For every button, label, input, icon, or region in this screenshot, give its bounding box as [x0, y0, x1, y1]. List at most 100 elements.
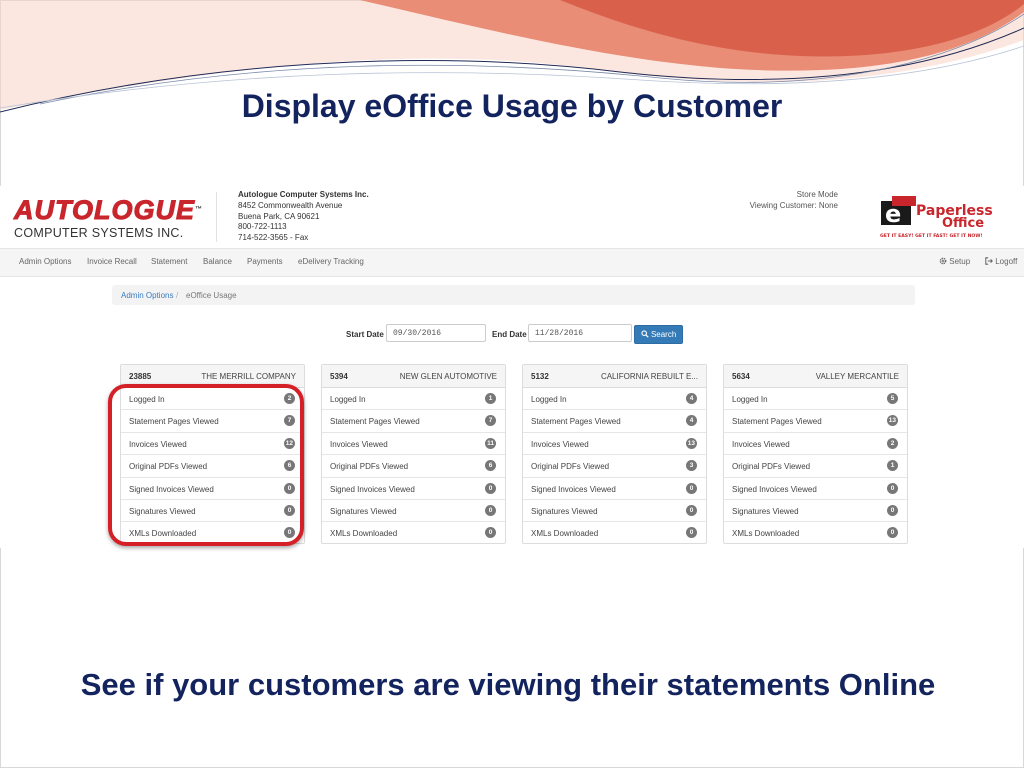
nav-edelivery-tracking[interactable]: eDelivery Tracking [298, 257, 364, 266]
row-label: Signed Invoices Viewed [330, 484, 415, 494]
row-label: Signed Invoices Viewed [732, 484, 817, 494]
count-badge: 6 [284, 460, 295, 472]
setup-link[interactable]: Setup [939, 257, 970, 266]
end-date-input[interactable]: 11/28/2016 [528, 324, 632, 342]
row-label: Invoices Viewed [732, 439, 790, 449]
breadcrumb-current: eOffice Usage [186, 291, 237, 300]
count-badge: 0 [485, 504, 496, 516]
customer-panel-5634: 5634 VALLEY MERCANTILE Logged In 5 Statem… [723, 364, 908, 544]
start-date-label: Start Date [346, 330, 384, 339]
usage-row: Original PDFs Viewed 6 [121, 455, 304, 478]
row-label: Invoices Viewed [330, 439, 388, 449]
autologue-logo: AUTOLOGUE™ COMPUTER SYSTEMS INC. [13, 195, 204, 242]
logoff-link[interactable]: Logoff [985, 257, 1017, 266]
breadcrumb-admin-options[interactable]: Admin Options [121, 291, 173, 300]
office-word: Office [942, 216, 984, 231]
company-phone: 800-722-1113 [238, 222, 287, 232]
breadcrumb-separator: / [176, 291, 179, 300]
nav-balance[interactable]: Balance [203, 257, 232, 266]
usage-row: Signatures Viewed 0 [523, 500, 706, 523]
count-badge: 7 [284, 415, 295, 427]
gear-icon [939, 257, 947, 265]
usage-row: Logged In 1 [322, 388, 505, 411]
row-label: Statement Pages Viewed [330, 417, 420, 427]
row-label: Invoices Viewed [129, 439, 187, 449]
count-badge: 0 [284, 504, 295, 516]
usage-row: Signed Invoices Viewed 0 [724, 478, 907, 500]
row-label: Logged In [732, 395, 768, 404]
usage-row: Invoices Viewed 13 [523, 433, 706, 456]
count-badge: 6 [485, 460, 496, 472]
usage-row: Statement Pages Viewed 7 [121, 410, 304, 433]
count-badge: 12 [283, 437, 295, 449]
search-button[interactable]: Search [634, 325, 683, 344]
count-badge: 0 [887, 527, 898, 539]
store-info: Store Mode Viewing Customer: None [750, 190, 838, 212]
usage-row: XMLs Downloaded 0 [523, 522, 706, 544]
row-label: Logged In [330, 395, 366, 404]
viewing-customer: Viewing Customer: None [749, 200, 838, 210]
app-screenshot: AUTOLOGUE™ COMPUTER SYSTEMS INC. Autolog… [0, 186, 1024, 548]
nav-admin-options[interactable]: Admin Options [19, 257, 71, 266]
usage-row: Invoices Viewed 11 [322, 433, 505, 456]
company-street: 8452 Commonwealth Avenue [238, 200, 343, 210]
usage-row: Signatures Viewed 0 [322, 500, 505, 523]
usage-row: XMLs Downloaded 0 [322, 522, 505, 544]
row-label: Signatures Viewed [129, 506, 196, 516]
paperless-tagline: GET IT EASY! GET IT FAST! GET IT NOW! [880, 233, 983, 239]
app-header: AUTOLOGUE™ COMPUTER SYSTEMS INC. Autolog… [0, 186, 1024, 248]
count-badge: 2 [887, 437, 898, 449]
company-name: Autologue Computer Systems Inc. [238, 190, 369, 199]
row-label: Original PDFs Viewed [330, 462, 409, 472]
row-label: Original PDFs Viewed [129, 462, 208, 472]
row-label: Signed Invoices Viewed [129, 484, 214, 494]
count-badge: 0 [485, 482, 496, 494]
usage-row: XMLs Downloaded 0 [724, 522, 907, 544]
row-label: Logged In [129, 395, 165, 404]
count-badge: 4 [686, 415, 697, 427]
customer-account: 5634 [732, 372, 750, 381]
start-date-input[interactable]: 09/30/2016 [386, 324, 486, 342]
row-label: Signatures Viewed [732, 506, 799, 516]
nav-payments[interactable]: Payments [247, 257, 283, 266]
row-label: XMLs Downloaded [732, 529, 800, 539]
usage-row: Logged In 2 [121, 388, 304, 411]
customer-name: CALIFORNIA REBUILT E... [600, 372, 698, 381]
row-label: XMLs Downloaded [531, 529, 599, 539]
row-label: Statement Pages Viewed [129, 417, 219, 427]
count-badge: 13 [886, 415, 898, 427]
date-filter-row: Start Date 09/30/2016 End Date 11/28/201… [0, 324, 1024, 344]
panel-header: 5132 CALIFORNIA REBUILT E... [523, 365, 706, 388]
usage-row: Statement Pages Viewed 7 [322, 410, 505, 433]
usage-row: Signatures Viewed 0 [724, 500, 907, 523]
logo-trademark: ™ [195, 206, 204, 213]
usage-row: Invoices Viewed 2 [724, 433, 907, 456]
customer-account: 5394 [330, 372, 348, 381]
row-label: Logged In [531, 395, 567, 404]
count-badge: 0 [686, 527, 697, 539]
breadcrumb: Admin Options / eOffice Usage [112, 285, 915, 305]
count-badge: 1 [887, 460, 898, 472]
count-badge: 0 [887, 504, 898, 516]
usage-row: Original PDFs Viewed 6 [322, 455, 505, 478]
row-label: Signatures Viewed [531, 506, 598, 516]
customer-account: 23885 [129, 372, 152, 381]
count-badge: 3 [686, 460, 697, 472]
nav-statement[interactable]: Statement [151, 257, 187, 266]
count-badge: 0 [887, 482, 898, 494]
row-label: Statement Pages Viewed [531, 417, 621, 427]
count-badge: 0 [686, 504, 697, 516]
paperless-office-logo: e Paperless Office GET IT EASY! GET IT F… [880, 196, 993, 239]
usage-row: Signatures Viewed 0 [121, 500, 304, 523]
slide-title: Display eOffice Usage by Customer [241, 88, 783, 124]
paperless-e-letter: e [885, 200, 901, 228]
store-mode: Store Mode [796, 190, 838, 199]
row-label: Invoices Viewed [531, 439, 589, 449]
row-label: Signed Invoices Viewed [531, 484, 616, 494]
count-badge: 7 [485, 415, 496, 427]
logo-main-text: AUTOLOGUE [13, 195, 196, 225]
nav-invoice-recall[interactable]: Invoice Recall [87, 257, 137, 266]
usage-row: Logged In 5 [724, 388, 907, 411]
panel-header: 23885 THE MERRILL COMPANY [121, 365, 304, 388]
customer-panel-5132: 5132 CALIFORNIA REBUILT E... Logged In 4 … [522, 364, 707, 544]
